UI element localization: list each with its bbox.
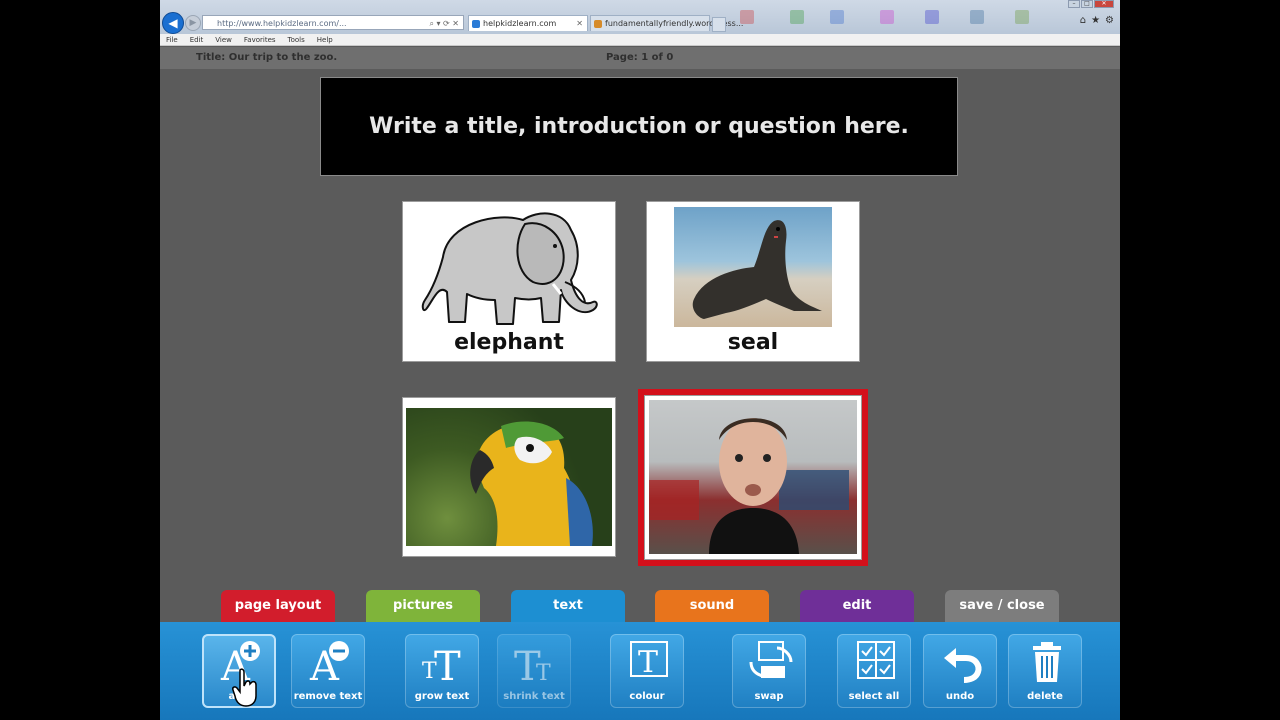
title-banner[interactable]: Write a title, introduction or question … xyxy=(320,77,958,176)
person-shape xyxy=(649,418,849,554)
card-parrot[interactable] xyxy=(402,397,616,557)
delete-icon xyxy=(1033,642,1061,682)
address-bar-icons: ⌕ ▾ ⟳ ✕ xyxy=(429,19,459,28)
tool-label: grow text xyxy=(414,691,470,702)
card-seal[interactable]: seal xyxy=(646,201,860,362)
menu-help[interactable]: Help xyxy=(317,34,333,45)
swap-icon xyxy=(749,641,793,678)
close-window-button[interactable]: ✕ xyxy=(1094,0,1114,8)
tool-label: shrink text xyxy=(503,691,565,702)
text-toolbar: A add A remove text T T grow text T xyxy=(160,622,1120,720)
tool-label: swap xyxy=(754,691,784,702)
tab-sound[interactable]: sound xyxy=(655,590,769,622)
minimize-button[interactable]: – xyxy=(1068,0,1080,8)
elephant-image xyxy=(421,212,598,325)
swap-button[interactable]: swap xyxy=(732,634,806,708)
close-tab-icon[interactable]: ✕ xyxy=(576,16,583,32)
browser-toolbar: ◀ ▶ http://www.helpkidzlearn.com/... ⌕ ▾… xyxy=(160,0,1120,34)
card-person[interactable] xyxy=(644,395,862,560)
window-controls: – □ ✕ xyxy=(1068,0,1114,8)
card-elephant[interactable]: elephant xyxy=(402,201,616,362)
svg-text:T: T xyxy=(638,645,658,680)
shrink-text-icon: T T xyxy=(514,644,551,684)
tool-label: select all xyxy=(848,691,900,702)
menu-view[interactable]: View xyxy=(215,34,232,45)
tab-save-close[interactable]: save / close xyxy=(945,590,1059,622)
undo-button[interactable]: undo xyxy=(923,634,997,708)
desktop-background-icons xyxy=(730,2,1060,32)
tab-edit[interactable]: edit xyxy=(800,590,914,622)
category-tabs: page layout pictures text sound edit sav… xyxy=(160,590,1120,622)
tab-text[interactable]: text xyxy=(511,590,625,622)
undo-icon xyxy=(944,648,982,683)
menu-file[interactable]: File xyxy=(166,34,178,45)
card-caption: seal xyxy=(727,330,779,355)
remove-text-button[interactable]: A remove text xyxy=(291,634,365,708)
hand-cursor-icon xyxy=(232,668,257,707)
colour-button[interactable]: T colour xyxy=(610,634,684,708)
tool-label: delete xyxy=(1027,691,1063,702)
favicon-icon xyxy=(594,20,602,28)
forward-button[interactable]: ▶ xyxy=(185,15,201,31)
colour-icon: T xyxy=(630,641,668,680)
browser-tab-active[interactable]: helpkidzlearn.com ✕ xyxy=(468,15,588,31)
browser-tab[interactable]: fundamentallyfriendly.wordpress... xyxy=(590,15,743,31)
tab-page-layout[interactable]: page layout xyxy=(221,590,335,622)
tool-label: undo xyxy=(945,691,975,702)
card-caption: elephant xyxy=(454,330,564,355)
select-all-button[interactable]: select all xyxy=(837,634,911,708)
page-counter: Page: 1 of 0 xyxy=(606,52,674,63)
remove-text-icon: A xyxy=(309,641,349,684)
tab-pictures[interactable]: pictures xyxy=(366,590,480,622)
grow-text-button[interactable]: T T grow text xyxy=(405,634,479,708)
select-all-icon xyxy=(857,641,895,679)
address-text: http://www.helpkidzlearn.com/... xyxy=(217,19,347,28)
banner-text: Write a title, introduction or question … xyxy=(369,114,909,139)
menu-favorites[interactable]: Favorites xyxy=(244,34,276,45)
home-icon[interactable]: ⌂ xyxy=(1080,15,1086,26)
address-bar[interactable]: http://www.helpkidzlearn.com/... ⌕ ▾ ⟳ ✕ xyxy=(202,15,464,30)
page-header: Title: Our trip to the zoo. Page: 1 of 0 xyxy=(160,47,1120,69)
tab-label: helpkidzlearn.com xyxy=(483,19,557,28)
shrink-text-button[interactable]: T T shrink text xyxy=(497,634,571,708)
menu-tools[interactable]: Tools xyxy=(288,34,305,45)
parrot-shape xyxy=(470,421,593,546)
new-tab-button[interactable] xyxy=(712,17,726,32)
person-photo xyxy=(649,400,857,554)
app-window: ◀ ▶ http://www.helpkidzlearn.com/... ⌕ ▾… xyxy=(160,0,1120,720)
page-title: Title: Our trip to the zoo. xyxy=(196,52,338,63)
tool-label: remove text xyxy=(293,691,363,702)
maximize-button[interactable]: □ xyxy=(1081,0,1093,8)
svg-text:T: T xyxy=(536,661,551,684)
seal-shape xyxy=(692,220,822,319)
favorites-star-icon[interactable]: ★ xyxy=(1091,15,1100,26)
menu-edit[interactable]: Edit xyxy=(190,34,204,45)
back-button[interactable]: ◀ xyxy=(162,12,184,34)
favicon-icon xyxy=(472,20,480,28)
browser-menu-bar: File Edit View Favorites Tools Help xyxy=(160,34,1120,46)
parrot-photo xyxy=(406,408,612,546)
svg-text:T: T xyxy=(434,644,461,684)
tool-label: colour xyxy=(629,691,665,702)
seal-photo xyxy=(674,207,832,327)
delete-button[interactable]: delete xyxy=(1008,634,1082,708)
settings-gear-icon[interactable]: ⚙ xyxy=(1105,15,1114,26)
browser-right-icons: ⌂ ★ ⚙ xyxy=(1080,15,1114,26)
grow-text-icon: T T xyxy=(422,644,461,684)
